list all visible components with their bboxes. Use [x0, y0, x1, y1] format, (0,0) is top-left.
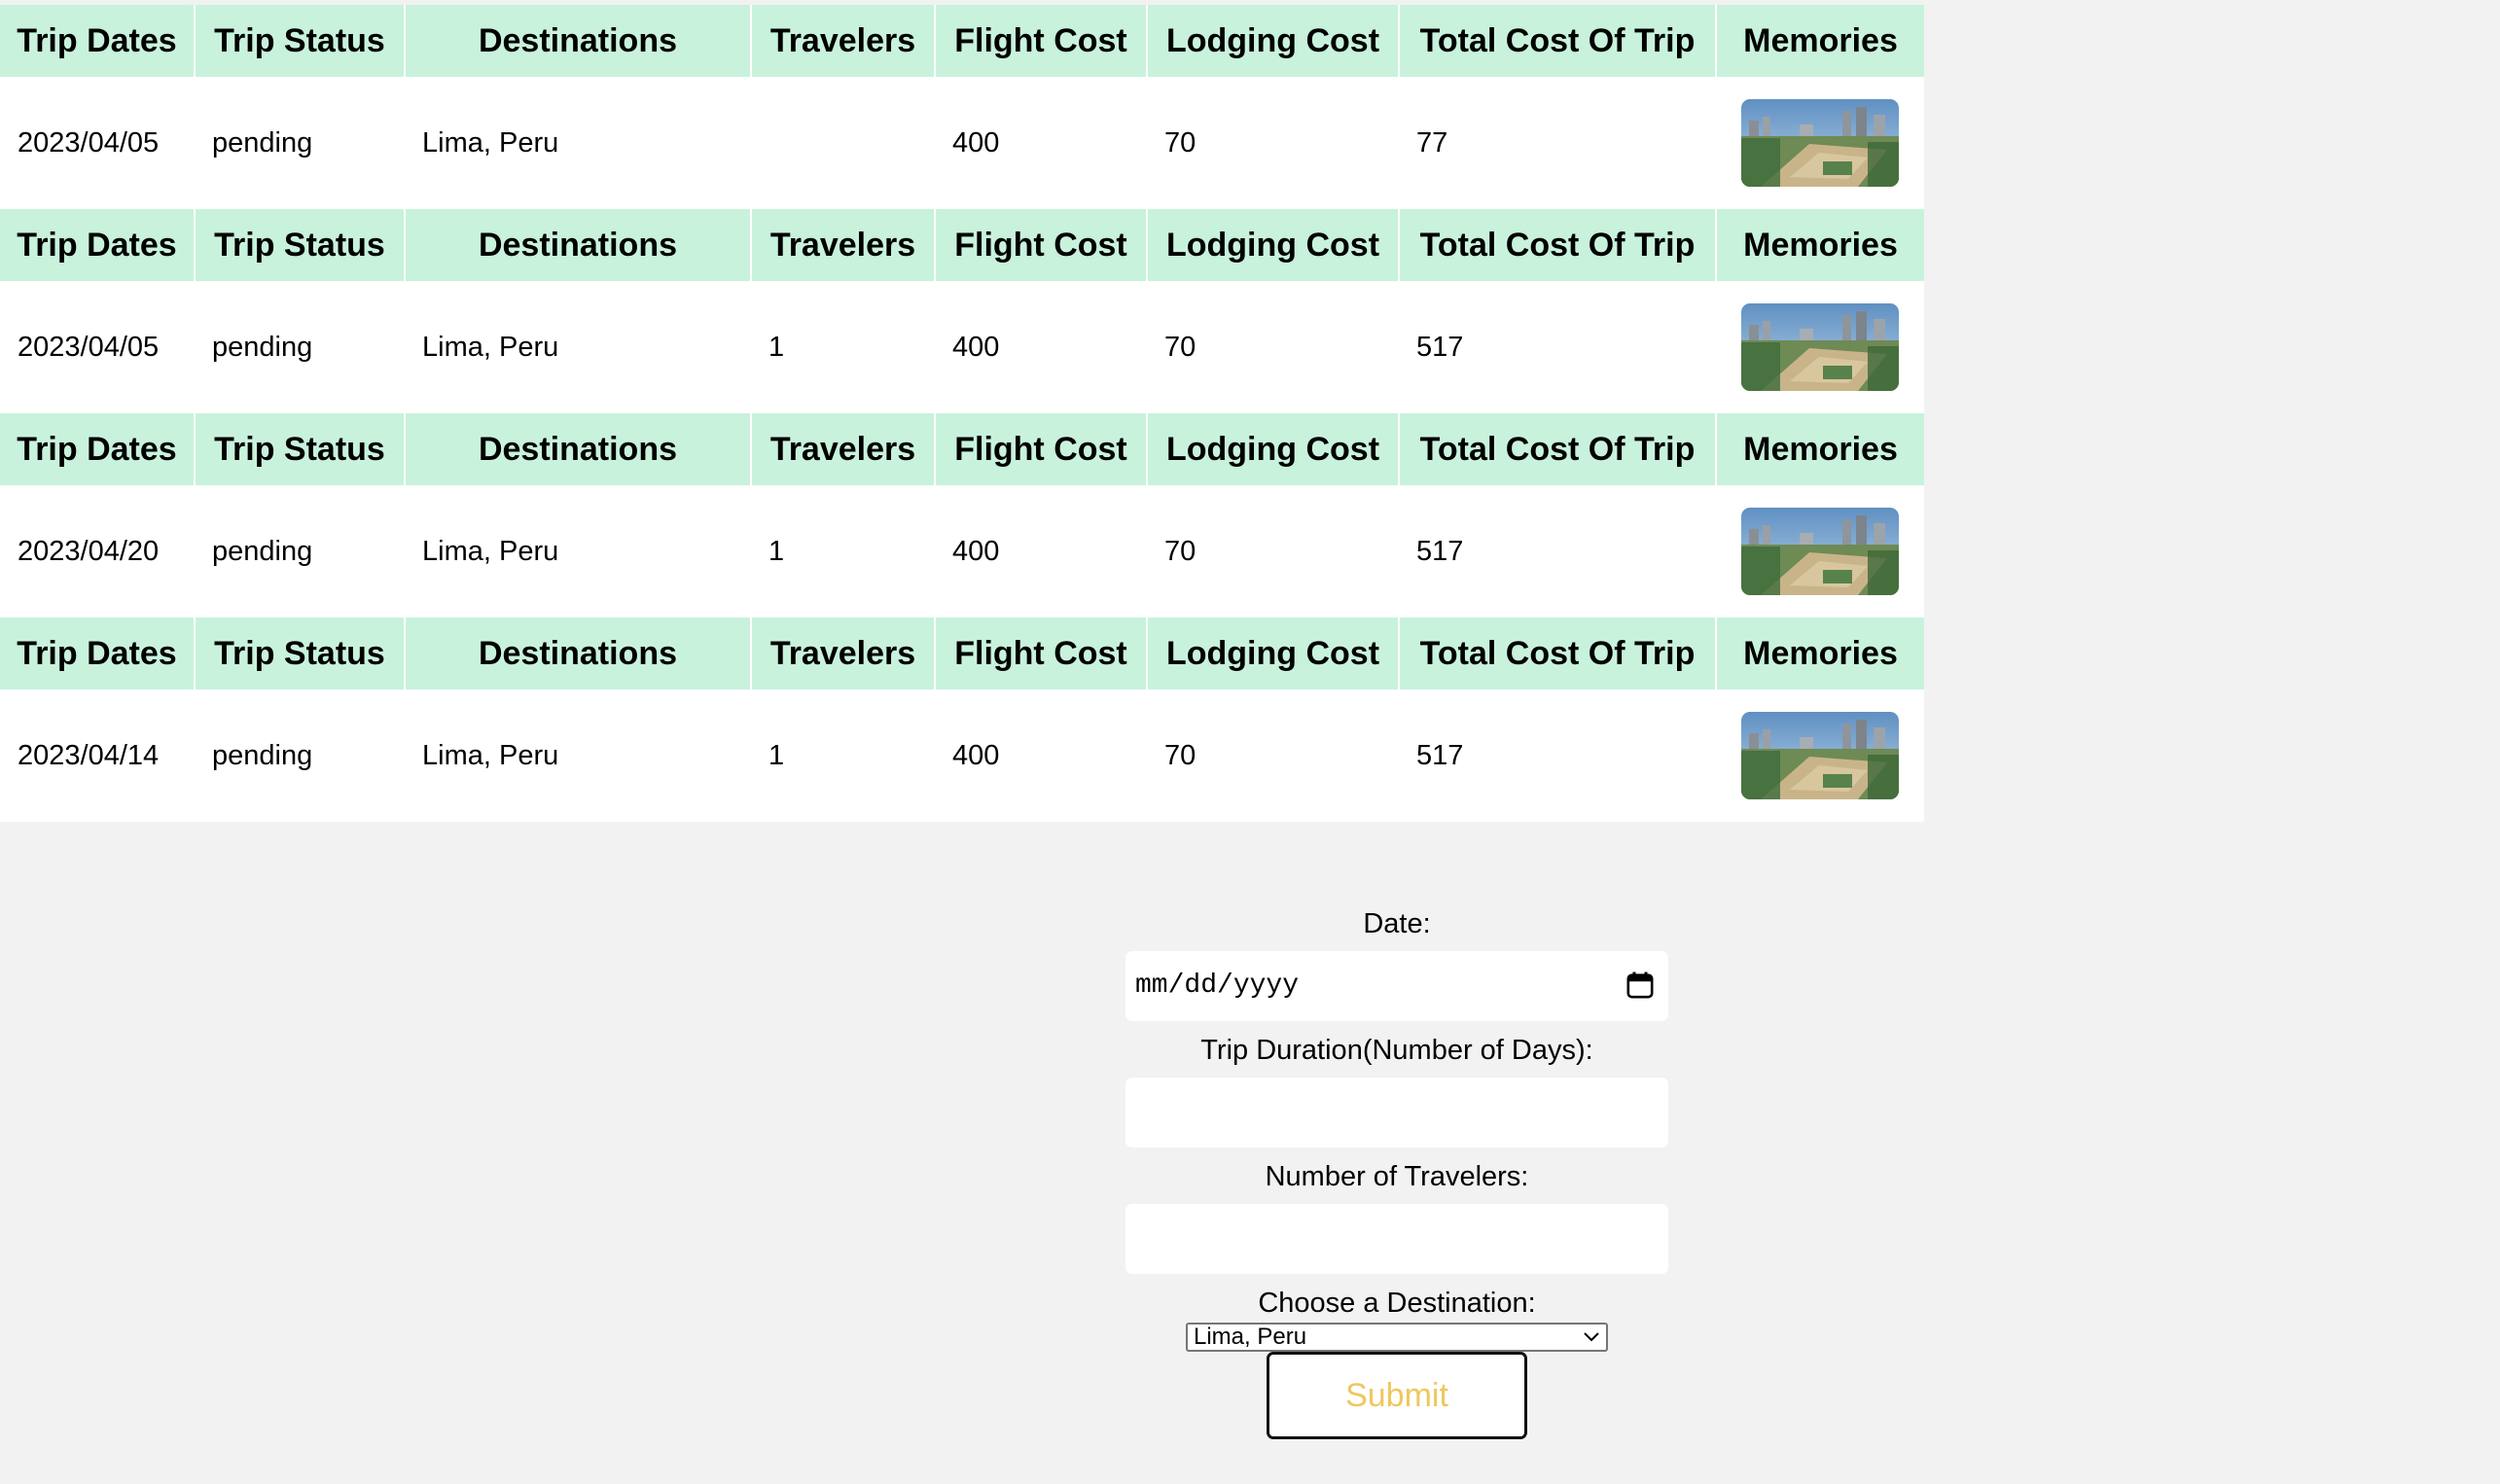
trip-memories [1716, 281, 1924, 413]
chevron-down-icon [1584, 1332, 1599, 1342]
header-flight-cost: Flight Cost [934, 618, 1147, 689]
trip-destination: Lima, Peru [405, 281, 751, 413]
trip-destination: Lima, Peru [405, 689, 751, 822]
header-trip-status: Trip Status [194, 413, 405, 485]
memory-photo [1741, 508, 1899, 595]
header-trip-status: Trip Status [194, 618, 405, 689]
trip-status: pending [195, 77, 405, 209]
table-row: 2023/04/05 pending Lima, Peru 400 70 77 [0, 77, 1924, 209]
trip-travelers [751, 77, 935, 209]
header-trip-dates: Trip Dates [0, 413, 195, 485]
trip-lodging-cost: 70 [1147, 689, 1399, 822]
table-row: 2023/04/05 pending Lima, Peru 1 400 70 517 [0, 281, 1924, 413]
trip-lodging-cost: 70 [1147, 485, 1399, 618]
table-header-row: Trip Dates Trip Status Destinations Travele… [0, 209, 1924, 281]
header-memories: Memories [1715, 618, 1924, 689]
trip-table: Trip Dates Trip Status Destinations Travele… [0, 413, 1924, 618]
destination-selected-value: Lima, Peru [1194, 1324, 1307, 1350]
memory-photo [1741, 712, 1899, 799]
trip-table: Trip Dates Trip Status Destinations Travele… [0, 209, 1924, 413]
trip-total-cost: 517 [1399, 689, 1716, 822]
trip-date: 2023/04/05 [0, 77, 195, 209]
calendar-icon[interactable] [1625, 971, 1655, 1000]
header-memories: Memories [1715, 5, 1924, 77]
destination-label: Choose a Destination: [1258, 1288, 1536, 1319]
travelers-input[interactable] [1125, 1204, 1668, 1274]
header-trip-status: Trip Status [194, 5, 405, 77]
trip-travelers: 1 [751, 689, 935, 822]
table-row: 2023/04/14 pending Lima, Peru 1 400 70 517 [0, 689, 1924, 822]
header-memories: Memories [1715, 413, 1924, 485]
trip-flight-cost: 400 [935, 77, 1147, 209]
trip-lodging-cost: 70 [1147, 77, 1399, 209]
trip-date: 2023/04/14 [0, 689, 195, 822]
trips-list: Trip Dates Trip Status Destinations Travele… [0, 5, 1924, 822]
trip-flight-cost: 400 [935, 485, 1147, 618]
trip-date: 2023/04/20 [0, 485, 195, 618]
trip-memories [1716, 689, 1924, 822]
trip-status: pending [195, 281, 405, 413]
header-destinations: Destinations [404, 5, 751, 77]
travelers-label: Number of Travelers: [1265, 1161, 1529, 1192]
header-total-cost: Total Cost Of Trip [1398, 413, 1716, 485]
header-travelers: Travelers [750, 5, 935, 77]
trip-memories [1716, 77, 1924, 209]
memory-photo [1741, 303, 1899, 391]
trip-date: 2023/04/05 [0, 281, 195, 413]
trip-memories [1716, 485, 1924, 618]
header-total-cost: Total Cost Of Trip [1398, 618, 1716, 689]
header-trip-dates: Trip Dates [0, 5, 195, 77]
new-trip-form: Date: mm/dd/yyyy Trip Duration(Number of… [1125, 904, 1668, 1439]
trip-table: Trip Dates Trip Status Destinations Travele… [0, 5, 1924, 209]
trip-travelers: 1 [751, 485, 935, 618]
trip-lodging-cost: 70 [1147, 281, 1399, 413]
trip-total-cost: 517 [1399, 485, 1716, 618]
header-destinations: Destinations [404, 618, 751, 689]
table-header-row: Trip Dates Trip Status Destinations Travele… [0, 5, 1924, 77]
destination-select[interactable]: Lima, Peru [1186, 1323, 1608, 1352]
header-travelers: Travelers [750, 618, 935, 689]
header-lodging-cost: Lodging Cost [1146, 413, 1399, 485]
trip-table: Trip Dates Trip Status Destinations Travele… [0, 618, 1924, 822]
trip-status: pending [195, 485, 405, 618]
date-label: Date: [1363, 908, 1431, 939]
table-row: 2023/04/20 pending Lima, Peru 1 400 70 517 [0, 485, 1924, 618]
trip-flight-cost: 400 [935, 281, 1147, 413]
header-travelers: Travelers [750, 413, 935, 485]
trip-travelers: 1 [751, 281, 935, 413]
header-travelers: Travelers [750, 209, 935, 281]
table-header-row: Trip Dates Trip Status Destinations Travele… [0, 618, 1924, 689]
date-placeholder: mm/dd/yyyy [1135, 971, 1300, 1001]
table-header-row: Trip Dates Trip Status Destinations Travele… [0, 413, 1924, 485]
trip-status: pending [195, 689, 405, 822]
trip-total-cost: 517 [1399, 281, 1716, 413]
header-trip-status: Trip Status [194, 209, 405, 281]
header-lodging-cost: Lodging Cost [1146, 5, 1399, 77]
duration-label: Trip Duration(Number of Days): [1200, 1035, 1593, 1066]
header-total-cost: Total Cost Of Trip [1398, 5, 1716, 77]
duration-input[interactable] [1125, 1078, 1668, 1148]
header-destinations: Destinations [404, 413, 751, 485]
header-total-cost: Total Cost Of Trip [1398, 209, 1716, 281]
header-memories: Memories [1715, 209, 1924, 281]
trip-total-cost: 77 [1399, 77, 1716, 209]
header-lodging-cost: Lodging Cost [1146, 618, 1399, 689]
submit-button[interactable]: Submit [1267, 1352, 1527, 1439]
header-flight-cost: Flight Cost [934, 5, 1147, 77]
trip-destination: Lima, Peru [405, 77, 751, 209]
header-trip-dates: Trip Dates [0, 209, 195, 281]
header-destinations: Destinations [404, 209, 751, 281]
header-flight-cost: Flight Cost [934, 413, 1147, 485]
trip-flight-cost: 400 [935, 689, 1147, 822]
memory-photo [1741, 99, 1899, 187]
header-lodging-cost: Lodging Cost [1146, 209, 1399, 281]
header-flight-cost: Flight Cost [934, 209, 1147, 281]
trip-destination: Lima, Peru [405, 485, 751, 618]
header-trip-dates: Trip Dates [0, 618, 195, 689]
date-input[interactable]: mm/dd/yyyy [1125, 951, 1668, 1021]
